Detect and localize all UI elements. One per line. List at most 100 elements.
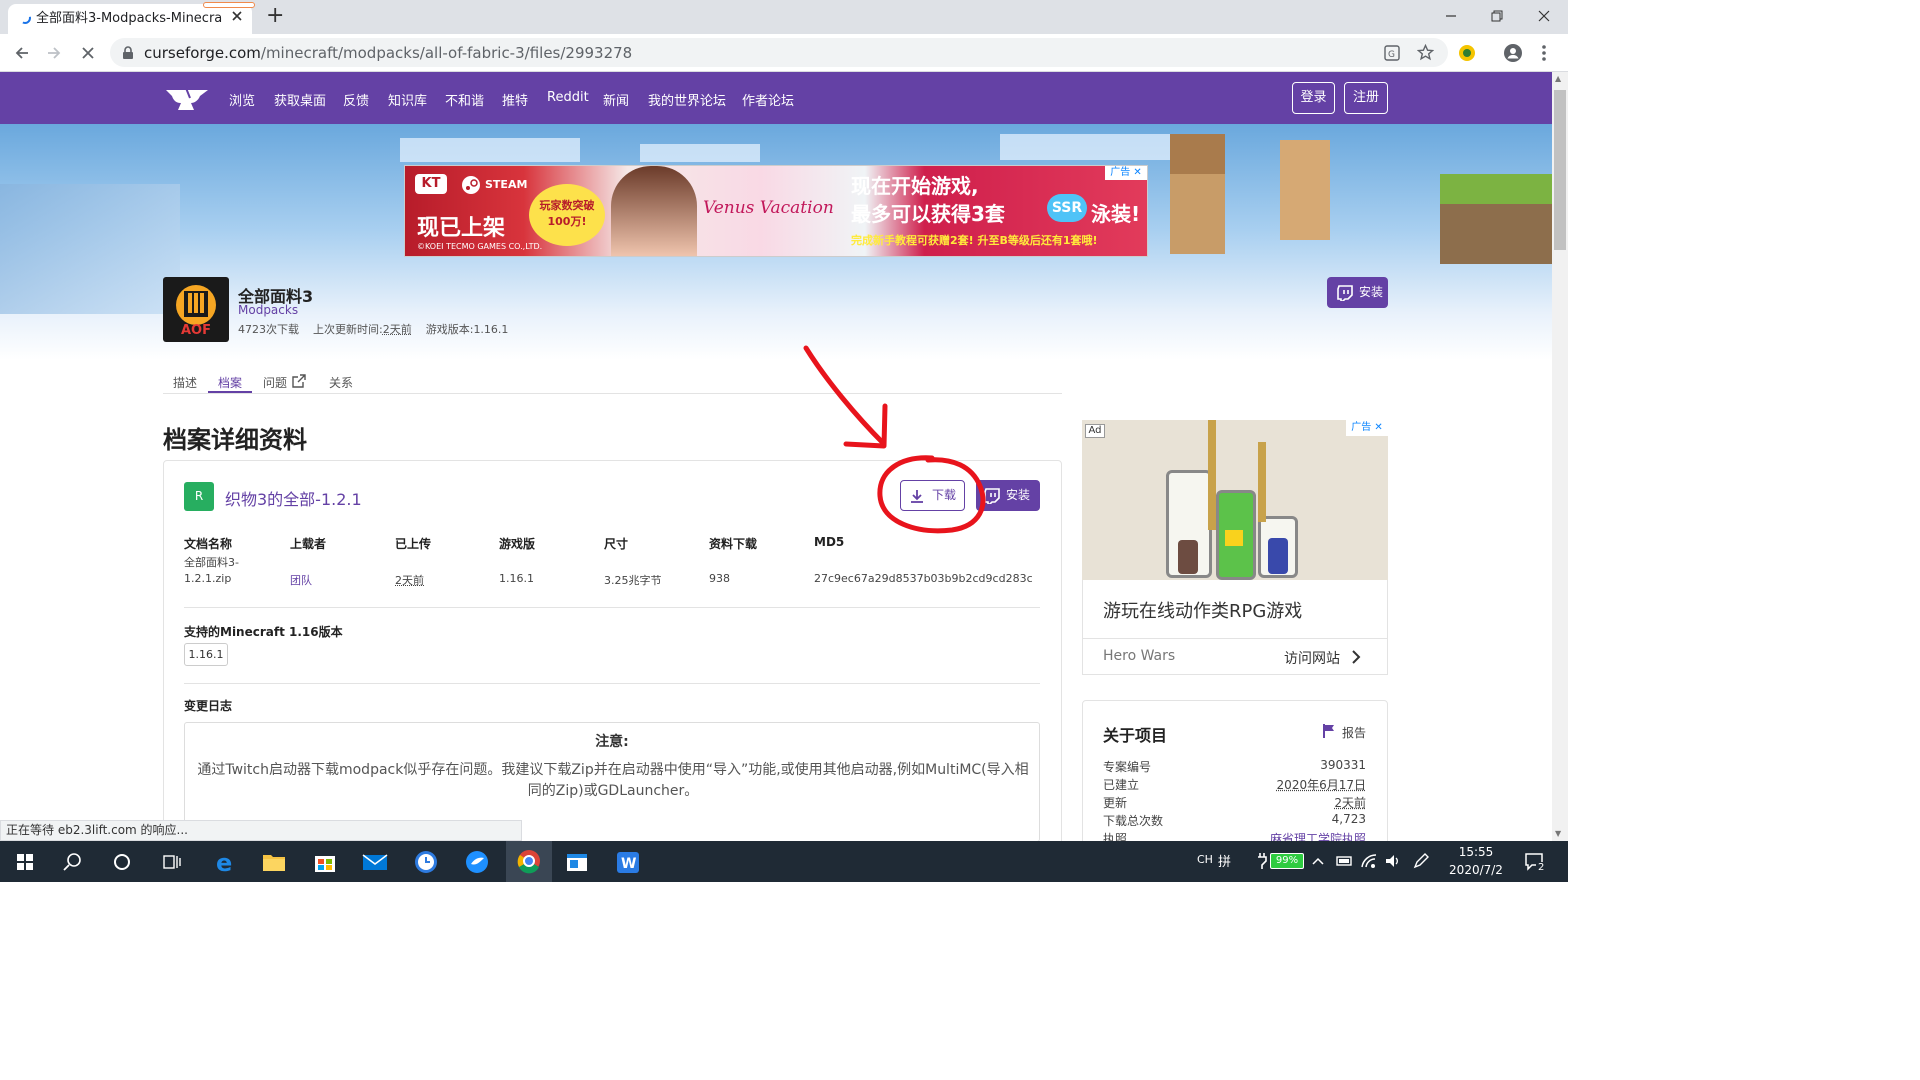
nav-reddit[interactable]: Reddit [547, 90, 589, 105]
top-banner-ad[interactable]: KT STEAM 现已上架 玩家数突破100万! Venus Vacation … [404, 165, 1148, 257]
side-ad-badge-label: 广告 [1351, 422, 1372, 433]
section-title: 档案详细资料 [163, 426, 307, 454]
ad-headline-right-3: 泳装! [1091, 202, 1141, 226]
volume-icon[interactable] [1384, 853, 1402, 869]
lock-icon [122, 46, 134, 60]
nav-author-forum[interactable]: 作者论坛 [742, 90, 794, 109]
scroll-down-icon[interactable]: ▼ [1555, 829, 1561, 838]
forward-icon[interactable] [46, 45, 62, 61]
window-close-icon[interactable] [1537, 9, 1551, 23]
ad-headline-left: 现已上架 [417, 216, 506, 241]
minimize-icon[interactable] [1444, 9, 1458, 23]
ad-headline-right-1: 现在开始游戏, [851, 174, 979, 198]
project-updated-label: 上次更新时间: [313, 323, 383, 336]
wifi-icon[interactable] [1360, 853, 1378, 869]
cortana-icon[interactable] [105, 846, 139, 878]
clock-app-icon[interactable] [409, 846, 443, 878]
mail-icon[interactable] [358, 846, 392, 878]
project-install-label: 安装 [1359, 285, 1384, 299]
tab-close-icon[interactable] [230, 9, 244, 23]
clock-date[interactable]: 2020/7/2 [1444, 863, 1508, 877]
changelog-note-body: 通过Twitch启动器下载modpack似乎存在问题。我建议下载Zip并在启动器… [197, 762, 1029, 799]
ad-headline-right-2: 最多可以获得3套 [851, 202, 1005, 226]
puzzle-character [1178, 540, 1198, 574]
project-install-button[interactable]: 安装 [1327, 277, 1388, 308]
profile-icon[interactable] [1503, 43, 1523, 63]
input-language[interactable]: CH [1197, 853, 1213, 866]
wps-writer-icon[interactable]: W [611, 846, 645, 878]
file-explorer-icon[interactable] [257, 846, 291, 878]
chevron-right-icon[interactable] [1350, 649, 1362, 665]
filename-line1: 全部面料3- [184, 556, 239, 569]
nav-get-desktop[interactable]: 获取桌面 [274, 90, 326, 109]
sidebar-ad-image[interactable]: Ad 广告 ✕ [1082, 420, 1388, 580]
uploaded-value: 2天前 [395, 574, 424, 587]
task-view-icon[interactable] [155, 846, 189, 878]
url-host: curseforge.com [144, 44, 261, 62]
changelog-note-title: 注意: [595, 734, 629, 750]
visit-site-link[interactable]: 访问网站 [1284, 648, 1340, 668]
game-version-value: 1.16.1 [499, 572, 534, 585]
pen-icon[interactable] [1412, 853, 1430, 869]
stop-loading-icon[interactable] [80, 45, 96, 61]
menu-kebab-icon[interactable] [1541, 43, 1547, 63]
translate-icon[interactable]: G [1384, 45, 1400, 61]
ad-copyright: ©KOEI TECMO GAMES CO.,LTD. [417, 242, 543, 251]
nav-discord[interactable]: 不和谐 [445, 90, 484, 109]
ad-label: Ad [1085, 424, 1105, 438]
back-icon[interactable] [14, 45, 30, 61]
sidebar-ad-brand: Hero Wars [1103, 648, 1176, 664]
clock-time[interactable]: 15:55 [1444, 845, 1508, 859]
nav-feedback[interactable]: 反馈 [343, 90, 369, 109]
report-link[interactable]: 报告 [1342, 724, 1366, 741]
about-value-created: 2020年6月17日 [1276, 778, 1366, 792]
scrollbar-thumb[interactable] [1554, 90, 1566, 250]
tab-group-indicator [203, 2, 255, 8]
sidebar-ad-headline[interactable]: 游玩在线动作类RPG游戏 [1103, 597, 1302, 623]
bookmark-star-icon[interactable] [1417, 44, 1434, 61]
edge-browser-icon[interactable]: e [207, 846, 241, 878]
ime-mode[interactable]: 拼 [1218, 851, 1231, 870]
restore-icon[interactable] [1490, 9, 1504, 23]
external-link-icon [291, 373, 307, 389]
nav-minecraft-forum[interactable]: 我的世界论坛 [648, 90, 726, 109]
col-md5: MD5 [814, 535, 845, 549]
address-bar[interactable]: curseforge.com/minecraft/modpacks/all-of… [110, 38, 1448, 67]
scroll-up-icon[interactable]: ▲ [1555, 74, 1561, 83]
ad-choices-badge[interactable]: 广告 ✕ [1105, 166, 1147, 180]
tab-description[interactable]: 描述 [173, 374, 197, 391]
project-logo: AOF [163, 277, 229, 342]
about-title: 关于项目 [1103, 726, 1168, 745]
nav-knowledge-base[interactable]: 知识库 [388, 90, 427, 109]
project-download-count: 4723次下载 [238, 323, 299, 336]
nav-browse[interactable]: 浏览 [229, 90, 255, 109]
chevron-up-icon[interactable] [1311, 854, 1325, 868]
feishu-icon[interactable] [460, 846, 494, 878]
toolbar: curseforge.com/minecraft/modpacks/all-of… [0, 34, 1568, 72]
col-uploader: 上载者 [290, 537, 327, 551]
koei-tecmo-logo: KT [415, 174, 447, 194]
svg-text:W: W [621, 856, 636, 872]
uploader-link[interactable]: 团队 [290, 572, 312, 588]
windows-start-icon[interactable] [8, 846, 42, 878]
nav-twitter[interactable]: 推特 [502, 90, 528, 109]
tab-files[interactable]: 档案 [218, 374, 242, 391]
curseforge-logo-icon[interactable] [164, 84, 210, 112]
nav-news[interactable]: 新闻 [603, 90, 629, 109]
chrome-taskbar-item[interactable] [506, 841, 552, 882]
battery-icon[interactable] [1336, 854, 1354, 868]
tab-relations[interactable]: 关系 [329, 374, 353, 391]
project-category-link[interactable]: Modpacks [238, 303, 298, 317]
minecraft-character [1280, 140, 1330, 240]
app-window-icon[interactable] [560, 846, 594, 878]
battery-indicator[interactable]: 99% [1270, 853, 1304, 869]
tab-issues[interactable]: 问题 [263, 374, 287, 391]
ad-choices-badge[interactable]: 广告 ✕ [1346, 420, 1388, 436]
login-button[interactable]: 登录 [1292, 82, 1335, 114]
power-plug-icon [1256, 852, 1268, 870]
microsoft-store-icon[interactable] [308, 846, 342, 878]
new-tab-button[interactable]: + [266, 3, 284, 28]
search-icon[interactable] [56, 846, 90, 878]
register-button[interactable]: 注册 [1344, 82, 1388, 114]
extension-icon[interactable] [1458, 44, 1476, 62]
